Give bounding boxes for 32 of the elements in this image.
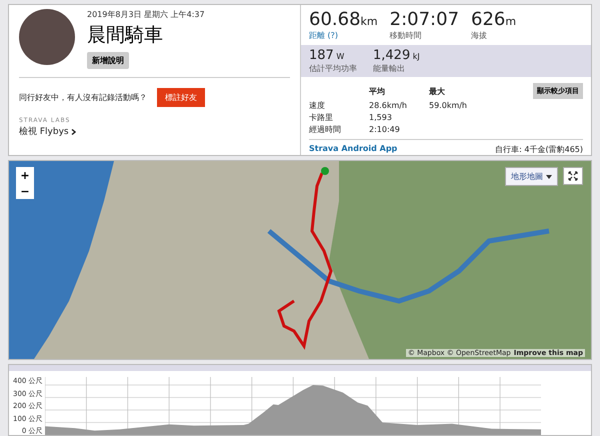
stat-label: 移動時間	[390, 30, 423, 41]
tag-friends-button[interactable]: 標註好友	[157, 88, 205, 107]
detail-cell-text: 59.0km/h	[429, 101, 468, 110]
detail-cell-text: 28.6km/h	[369, 101, 408, 110]
activity-date: 2019年8月3日 星期六 上午4:37	[87, 9, 205, 20]
stat-value: 187 W	[309, 48, 346, 63]
stat-value: 1,429 kJ	[373, 48, 420, 63]
detail-label: 經過時間	[309, 124, 342, 135]
add-description-button[interactable]: 新增說明	[87, 52, 129, 69]
map-type-dropdown[interactable]: 地形地圖	[505, 167, 558, 186]
friends-prompt: 同行好友中，有人沒有記錄活動嗎？	[19, 92, 147, 103]
detail-cell-text: 1,593	[369, 113, 393, 122]
detail-label: 卡路里	[309, 112, 334, 123]
stat-value: 626m	[471, 9, 516, 30]
stat-value: 2:07:07	[390, 9, 460, 30]
stat-value: 60.68km	[309, 9, 378, 30]
stat-label-link[interactable]: 距離 (?)	[309, 30, 378, 41]
detail-label: 速度	[309, 100, 326, 111]
column-header: 最大	[429, 86, 446, 96]
detail-cell-text: 2:10:49	[369, 125, 401, 134]
fullscreen-button[interactable]	[563, 167, 583, 185]
stat-label: 海拔	[471, 30, 488, 41]
chevron-right-icon	[70, 128, 76, 134]
bike-info: 自行車: 4千金(雷豹465)	[495, 144, 583, 155]
flybys-link[interactable]: 檢視 Flybys	[19, 125, 290, 138]
fullscreen-icon	[568, 171, 578, 181]
column-header: 平均	[369, 86, 386, 96]
device-link[interactable]: Strava Android App	[309, 144, 398, 155]
stat-label: 估計平均功率	[309, 63, 357, 74]
caret-icon	[546, 174, 552, 178]
stat-label: 能量輸出	[373, 63, 406, 74]
activity-title: 晨間騎車	[87, 23, 163, 48]
